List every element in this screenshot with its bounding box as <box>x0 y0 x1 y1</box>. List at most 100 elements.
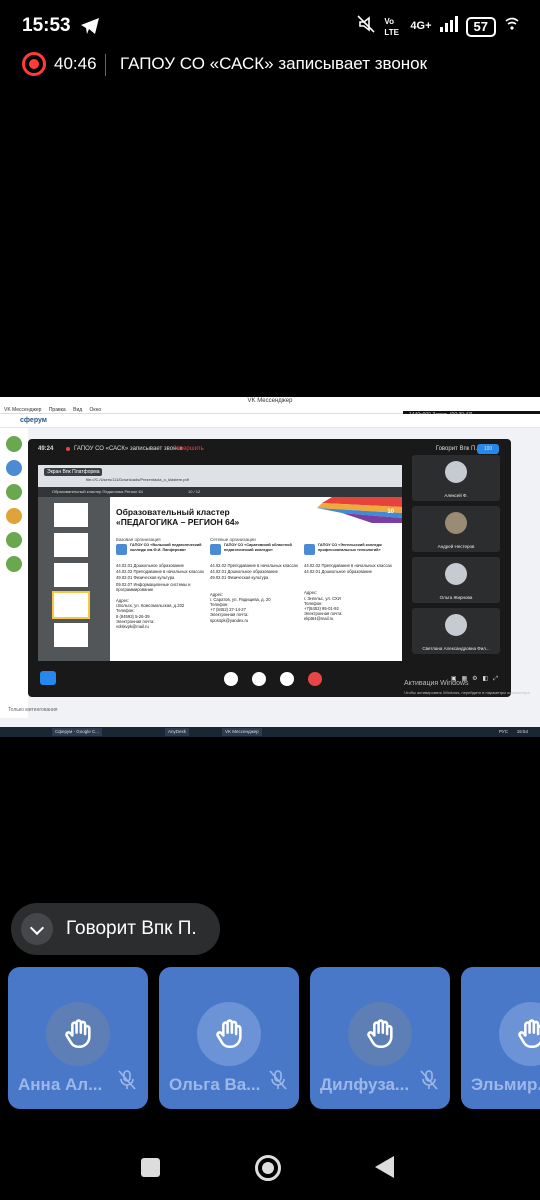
status-bar: 15:53 Vo LTE 4G+ 57 <box>0 0 540 52</box>
slide-number: 10 <box>387 509 394 515</box>
raised-hand-icon <box>348 1002 412 1066</box>
windows-activation: Активация Windows <box>404 680 469 687</box>
mic-off-icon <box>269 1070 287 1095</box>
avatar <box>445 461 467 483</box>
call-time: 49:24 <box>38 446 54 452</box>
battery-indicator: 57 <box>465 16 496 37</box>
specialty: 49.02.01 Физическая культура <box>116 575 175 581</box>
slide-title-line2: «ПЕДАГОГИКА – РЕГИОН 64» <box>116 517 240 527</box>
vk-header: сферум <box>0 414 540 428</box>
mic-off-icon <box>420 1070 438 1095</box>
chat-avatar <box>6 508 22 524</box>
chat-avatar <box>6 532 22 548</box>
avatar <box>445 512 467 534</box>
menu-item: Правка <box>48 407 66 413</box>
speaker-pill[interactable]: Говорит Впк П. <box>11 903 220 955</box>
participant-name: Алексей Ф. <box>444 493 468 498</box>
participant-name: Андрей Нестеров <box>437 544 475 549</box>
record-icon <box>22 52 46 76</box>
avatar <box>445 563 467 585</box>
participant-tile: Андрей Нестеров <box>412 506 500 552</box>
org-column: ГАПОУ СО «Саратовский областной педагоги… <box>210 543 302 623</box>
participant-list: Алексей Ф. Андрей Нестеров Ольга Жирнова… <box>412 455 502 665</box>
camera-off-icon <box>252 672 266 686</box>
pdf-name: Образовательный кластер Педагогика Регио… <box>52 489 143 494</box>
page-thumbnail <box>54 563 88 587</box>
participant-count: 100 <box>477 444 499 454</box>
participant-name: Дилфуза... <box>320 1075 410 1094</box>
email: sposopk@yandex.ru <box>210 617 249 623</box>
windows-taskbar: Сферум - Google C... AnyDesk VK Мессендж… <box>0 727 540 737</box>
participant-card[interactable]: Эльмир... <box>461 967 540 1109</box>
taskbar-lang: РУС <box>498 729 508 734</box>
specialty: 09.02.07 Информационные системы и програ… <box>116 581 191 592</box>
stop-recording-link: Завершить <box>173 446 204 452</box>
page-thumbnail <box>54 503 88 527</box>
org-logo-icon <box>304 544 315 555</box>
taskbar-item: VK Мессенджер <box>222 728 262 736</box>
home-icon[interactable] <box>255 1155 281 1181</box>
org-name: ГАПОУ СО «Саратовский областной педагоги… <box>210 543 302 559</box>
participant-card[interactable]: Ольга Ва... <box>159 967 299 1109</box>
specialty: 44.02.01 Дошкольное образование <box>116 563 184 568</box>
chevron-down-icon[interactable] <box>21 913 53 945</box>
slide-head-right: Сетевые организации <box>210 537 256 542</box>
participant-name: Анна Ал... <box>18 1075 103 1094</box>
pdf-page: 10 / 12 <box>188 489 201 494</box>
volte-badge: Vo LTE <box>384 16 399 37</box>
status-icons: Vo LTE 4G+ 57 <box>356 14 520 39</box>
end-call-icon <box>308 672 322 686</box>
chat-avatar <box>6 460 22 476</box>
back-icon[interactable] <box>375 1156 394 1178</box>
window-title: VK Мессенджер <box>0 397 540 406</box>
speaker-text: Говорит Впк П. <box>66 918 197 939</box>
slide-page: 10 Образовательный кластер «ПЕДАГОГИКА –… <box>110 497 402 661</box>
recording-banner[interactable]: 40:46 ГАПОУ СО «САСК» записывает звонок <box>0 52 540 78</box>
slide-head-left: Базовая организация <box>116 537 161 542</box>
specialty: 44.02.01 Дошкольное образование <box>210 569 278 575</box>
menu-item: Вид <box>73 407 83 413</box>
shared-screen: VK Мессенджер VK Мессенджер Правка Вид О… <box>0 397 540 737</box>
chat-avatar <box>6 436 22 452</box>
hand-icon <box>224 672 238 686</box>
participant-tile: Светлана Александровна Фил... <box>412 608 500 654</box>
mic-off-icon <box>280 672 294 686</box>
call-window: 49:24 ГАПОУ СО «САСК» записывает звонок … <box>28 439 511 697</box>
raised-hand-icon <box>46 1002 110 1066</box>
navigation-bar <box>0 1136 540 1200</box>
page-thumbnail <box>54 533 88 557</box>
specialty: 44.02.01 Дошкольное образование <box>304 569 372 575</box>
chat-avatar <box>6 484 22 500</box>
participant-name: Эльмир... <box>471 1075 540 1094</box>
taskbar-item: Сферум - Google C... <box>52 728 102 736</box>
org-logo-icon <box>116 544 127 555</box>
recents-icon[interactable] <box>141 1158 160 1177</box>
divider <box>105 54 106 76</box>
mute-icon <box>356 14 376 39</box>
presentation-view: Экран Впк Платформа file:///C:/Users/111… <box>38 465 402 661</box>
page-thumbnail-selected <box>52 591 90 619</box>
participant-name: Ольга Ва... <box>169 1075 261 1094</box>
wifi-off-icon <box>504 16 520 37</box>
raised-hand-icon <box>197 1002 261 1066</box>
menu-item: Окно <box>89 407 102 413</box>
org-name: ГАПОУ СО «Вольский педагогический коллед… <box>116 543 208 559</box>
chat-avatar <box>6 556 22 572</box>
record-icon <box>66 447 70 451</box>
recording-text: ГАПОУ СО «САСК» записывает звонок <box>120 54 428 73</box>
screen-badge: Экран Впк Платформа <box>44 468 103 476</box>
mic-off-icon <box>118 1070 136 1095</box>
specialty: 49.02.01 Физическая культура <box>210 575 269 581</box>
taskbar-time: 15:54 <box>516 729 528 734</box>
network-type: 4G+ <box>410 20 432 32</box>
telegram-icon <box>80 16 100 41</box>
raised-hand-icon <box>499 1002 540 1066</box>
participant-name: Светлана Александровна Фил... <box>422 646 490 651</box>
participant-card[interactable]: Анна Ал... <box>8 967 148 1109</box>
browser-url: file:///C:/Users/111/Downloads/Prezentac… <box>86 477 189 482</box>
participant-card[interactable]: Дилфуза... <box>310 967 450 1109</box>
taskbar-item: AnyDesk <box>165 728 190 736</box>
share-icon <box>40 671 56 685</box>
status-time: 15:53 <box>22 15 71 36</box>
slide-title-line1: Образовательный кластер <box>116 507 230 517</box>
